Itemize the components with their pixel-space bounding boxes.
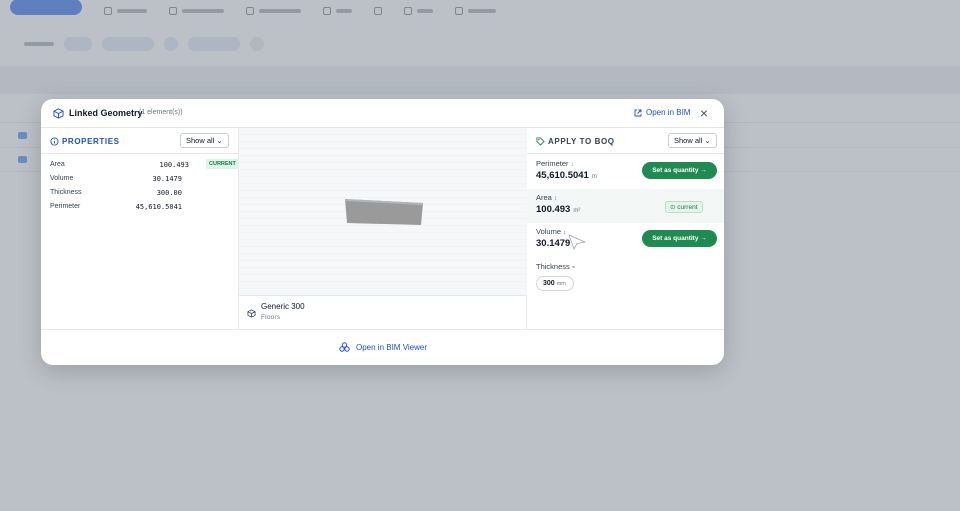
geometry-viewer[interactable] bbox=[239, 128, 527, 296]
info-icon bbox=[50, 137, 59, 146]
geometry-preview-panel: Generic 300 Floors bbox=[239, 128, 527, 329]
boq-value-text: 100.493 bbox=[536, 204, 571, 215]
open-in-bim-link[interactable]: Open in BIM bbox=[634, 108, 690, 117]
external-link-icon bbox=[634, 109, 642, 116]
properties-show-all-dropdown[interactable]: Show all ⌄ bbox=[180, 133, 229, 148]
boq-label-text: Perimeter bbox=[536, 159, 569, 168]
thickness-unit: mm bbox=[556, 281, 566, 287]
sort-icon: ↕ bbox=[570, 162, 574, 168]
boq-value: 100.493 m² bbox=[536, 204, 580, 215]
boq-label: Area ↕ bbox=[536, 193, 557, 202]
sort-icon: ↕ bbox=[563, 230, 567, 236]
set-as-quantity-button[interactable]: Set as quantity → bbox=[642, 230, 717, 247]
boq-label-text: Thickness bbox=[536, 262, 570, 271]
apply-header: APPLY TO BOQ Show all ⌄ bbox=[527, 128, 724, 154]
apply-show-all-dropdown[interactable]: Show all ⌄ bbox=[668, 133, 717, 148]
set-as-quantity-button[interactable]: Set as quantity → bbox=[642, 162, 717, 179]
cube-icon bbox=[247, 309, 256, 318]
open-in-bim-viewer-link[interactable]: Open in BIM Viewer bbox=[339, 342, 427, 352]
boq-label: Thickness ≈ bbox=[536, 262, 575, 271]
element-count: (1 element(s)) bbox=[139, 109, 183, 116]
linked-geometry-modal: Linked Geometry (1 element(s)) Open in B… bbox=[41, 99, 724, 365]
properties-panel: PROPERTIES Show all ⌄ Area 100.493 CURRE… bbox=[41, 128, 239, 329]
show-all-label: Show all bbox=[674, 136, 703, 145]
cube-icon bbox=[53, 108, 64, 119]
thickness-value-pill: 300 mm bbox=[536, 276, 574, 291]
boq-value: 45,610.5041 m bbox=[536, 170, 597, 181]
show-all-label: Show all bbox=[186, 136, 215, 145]
properties-title: PROPERTIES bbox=[62, 137, 120, 146]
property-value: 30.1479 bbox=[152, 175, 182, 183]
current-status-pill: ⊙ current bbox=[665, 201, 703, 213]
current-status-text: current bbox=[677, 204, 698, 211]
chevron-down-icon: ⌄ bbox=[216, 136, 223, 145]
mouse-cursor-icon bbox=[568, 234, 587, 250]
property-value: 45,610.5041 bbox=[135, 203, 182, 211]
boq-value-text: 45,610.5041 bbox=[536, 170, 589, 181]
boq-unit: m² bbox=[573, 208, 581, 214]
apply-to-boq-panel: APPLY TO BOQ Show all ⌄ Perimeter ↕ 45,6… bbox=[527, 128, 724, 329]
boq-unit: m bbox=[591, 174, 597, 180]
element-name: Generic 300 bbox=[261, 302, 305, 311]
boq-row-area: Area ↕ 100.493 m² ⊙ current bbox=[527, 189, 724, 223]
property-value: 300.00 bbox=[156, 189, 182, 197]
property-label: Perimeter bbox=[50, 203, 81, 210]
boq-value: 30.1479 bbox=[536, 238, 570, 249]
property-label: Volume bbox=[50, 175, 74, 182]
property-row-thickness: Thickness 300.00 bbox=[50, 187, 230, 201]
modal-footer: Open in BIM Viewer bbox=[41, 329, 724, 365]
apply-title: APPLY TO BOQ bbox=[548, 137, 615, 146]
floor-slab-shape bbox=[345, 199, 423, 225]
boq-label-text: Area bbox=[536, 193, 552, 202]
property-value: 100.493 bbox=[159, 161, 189, 169]
property-row-volume: Volume 30.1479 bbox=[50, 173, 230, 187]
boq-label: Volume ↕ bbox=[536, 227, 566, 236]
sort-icon: ≈ bbox=[571, 265, 576, 271]
property-row-area: Area 100.493 CURRENT bbox=[50, 159, 239, 173]
thickness-value: 300 bbox=[543, 280, 555, 287]
open-in-bim-viewer-label: Open in BIM Viewer bbox=[356, 342, 427, 352]
sort-icon: ↕ bbox=[553, 196, 557, 202]
properties-header: PROPERTIES Show all ⌄ bbox=[41, 128, 238, 154]
modal-header: Linked Geometry (1 element(s)) Open in B… bbox=[41, 99, 724, 128]
property-label: Thickness bbox=[50, 189, 82, 196]
boq-row-perimeter: Perimeter ↕ 45,610.5041 m Set as quantity… bbox=[527, 155, 724, 189]
tag-icon bbox=[536, 137, 545, 146]
current-badge: CURRENT bbox=[206, 159, 239, 169]
boq-label: Perimeter ↕ bbox=[536, 159, 574, 168]
check-circle-icon: ⊙ bbox=[670, 204, 676, 211]
bim-viewer-icon bbox=[339, 342, 350, 352]
close-icon[interactable]: × bbox=[697, 105, 711, 121]
boq-row-volume: Volume ↕ 30.1479 Set as quantity → bbox=[527, 223, 724, 257]
property-row-perimeter: Perimeter 45,610.5041 bbox=[50, 201, 230, 215]
boq-value-text: 30.1479 bbox=[536, 238, 571, 249]
modal-title: Linked Geometry bbox=[69, 108, 143, 118]
chevron-down-icon: ⌄ bbox=[704, 136, 711, 145]
property-label: Area bbox=[50, 161, 65, 168]
boq-label-text: Volume bbox=[536, 227, 562, 236]
element-category: Floors bbox=[261, 314, 281, 321]
open-in-bim-label: Open in BIM bbox=[646, 108, 691, 117]
modal-body: PROPERTIES Show all ⌄ Area 100.493 CURRE… bbox=[41, 128, 724, 329]
